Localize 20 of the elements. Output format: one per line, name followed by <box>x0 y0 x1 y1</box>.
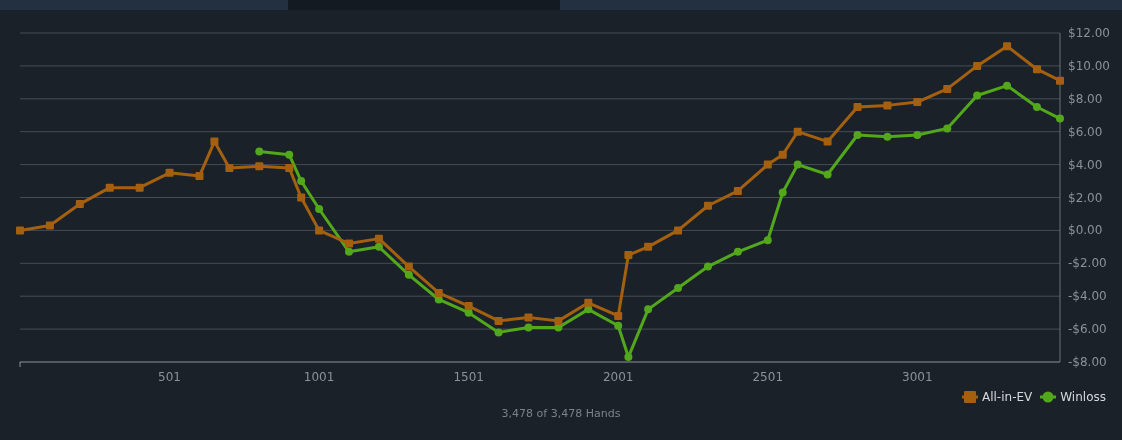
x-tick-label: 3001 <box>902 370 933 384</box>
x-tick-label: 1501 <box>453 370 484 384</box>
y-tick-label: $12.00 <box>1068 26 1110 40</box>
y-tick-label: -$4.00 <box>1068 289 1107 304</box>
y-tick-label: -$2.00 <box>1068 256 1107 271</box>
x-tick-label: 1001 <box>303 370 335 384</box>
y-tick-label: -$8.00 <box>1068 355 1107 369</box>
y-tick-label: $0.00 <box>1068 223 1103 238</box>
y-tick-label: $4.00 <box>1068 157 1103 172</box>
y-tick-label: $6.00 <box>1068 124 1103 139</box>
hands-count: 3,478 of 3,478 Hands <box>501 406 621 422</box>
x-tick-label: 501 <box>158 370 181 384</box>
x-tick-label: 2001 <box>602 370 634 384</box>
legend-label[interactable]: All-in-EV <box>982 388 1033 406</box>
y-tick-label: -$6.00 <box>1068 322 1107 337</box>
legend-label[interactable]: Winloss <box>1060 388 1106 406</box>
y-tick-label: $8.00 <box>1068 91 1103 106</box>
y-tick-label: $10.00 <box>1068 58 1110 73</box>
y-tick-label: $2.00 <box>1068 190 1103 205</box>
x-tick-label: 2501 <box>752 370 784 384</box>
